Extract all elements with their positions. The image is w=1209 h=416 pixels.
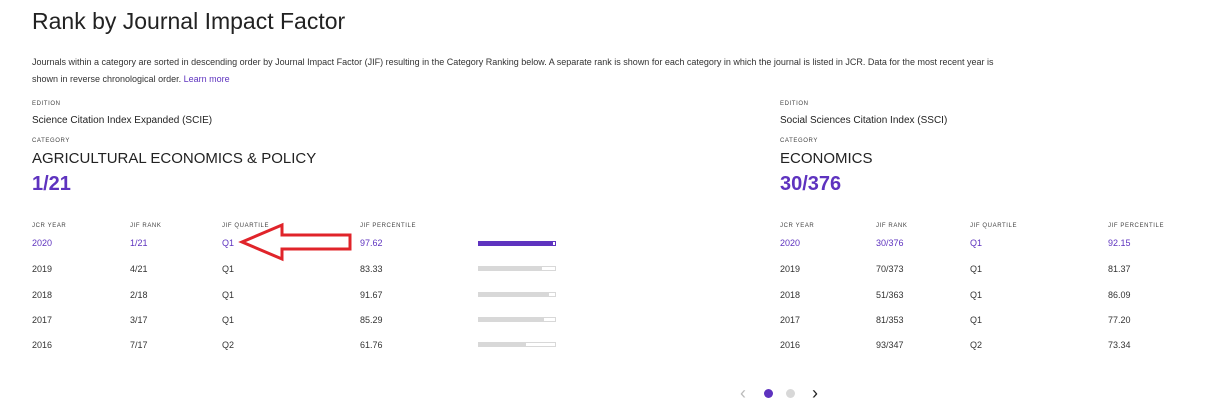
row-percentile: 86.09	[1108, 290, 1131, 300]
row-percentile: 97.62	[360, 238, 383, 248]
header-jif-percentile: JIF PERCENTILE	[360, 223, 417, 229]
row-year-link[interactable]: 2020	[780, 238, 800, 248]
description-line1: Journals within a category are sorted in…	[32, 57, 994, 67]
edition-value: Science Citation Index Expanded (SCIE)	[32, 115, 213, 126]
row-percentile: 92.15	[1108, 238, 1131, 248]
row-percentile: 77.20	[1108, 315, 1131, 325]
category-rank: 30/376	[780, 173, 842, 195]
row-rank: 2/18	[130, 290, 148, 300]
annotation-arrow-icon	[238, 222, 352, 262]
category-label: CATEGORY	[32, 138, 70, 144]
row-year: 2018	[780, 290, 801, 300]
row-percentile: 91.67	[360, 290, 383, 300]
row-rank: 70/373	[876, 264, 904, 274]
row-rank: 93/347	[876, 340, 904, 350]
percentile-bar	[478, 317, 556, 322]
category-name: ECONOMICS	[780, 150, 873, 167]
row-rank-link[interactable]: 30/376	[876, 238, 904, 248]
row-year: 2019	[780, 264, 801, 274]
row-percentile: 83.33	[360, 264, 383, 274]
edition-label: EDITION	[32, 101, 61, 107]
percentile-bar	[478, 292, 556, 297]
row-quartile: Q1	[970, 315, 983, 325]
row-rank-link[interactable]: 1/21	[130, 238, 148, 248]
description: Journals within a category are sorted in…	[32, 54, 1209, 88]
row-rank: 51/363	[876, 290, 904, 300]
page-dot-1[interactable]	[764, 389, 773, 398]
header-jif-quartile: JIF QUARTILE	[970, 223, 1018, 229]
page-dot-2[interactable]	[786, 389, 795, 398]
page-title: Rank by Journal Impact Factor	[32, 8, 346, 34]
chevron-left-icon[interactable]: ‹	[740, 383, 746, 404]
header-jcr-year: JCR YEAR	[32, 223, 67, 229]
row-quartile: Q1	[222, 290, 235, 300]
percentile-bar	[478, 266, 556, 271]
header-jcr-year: JCR YEAR	[780, 223, 815, 229]
row-year: 2017	[32, 315, 53, 325]
edition-value: Social Sciences Citation Index (SSCI)	[780, 115, 948, 126]
row-quartile-link[interactable]: Q1	[970, 238, 982, 248]
row-rank: 4/21	[130, 264, 148, 274]
percentile-bar	[478, 241, 556, 246]
row-rank: 3/17	[130, 315, 148, 325]
row-quartile: Q2	[970, 340, 983, 350]
row-percentile: 61.76	[360, 340, 383, 350]
row-quartile-link[interactable]: Q1	[222, 238, 234, 248]
category-rank: 1/21	[32, 173, 71, 195]
category-name: AGRICULTURAL ECONOMICS & POLICY	[32, 150, 317, 167]
learn-more-link[interactable]: Learn more	[184, 74, 230, 84]
row-quartile: Q1	[970, 264, 983, 274]
row-year: 2019	[32, 264, 53, 274]
header-jif-rank: JIF RANK	[130, 223, 162, 229]
row-year-link[interactable]: 2020	[32, 238, 52, 248]
chevron-right-icon[interactable]: ›	[812, 383, 818, 404]
row-quartile: Q1	[222, 315, 235, 325]
header-jif-rank: JIF RANK	[876, 223, 908, 229]
edition-label: EDITION	[780, 101, 809, 107]
percentile-bar	[478, 342, 556, 347]
header-jif-percentile: JIF PERCENTILE	[1108, 223, 1165, 229]
row-year: 2016	[780, 340, 801, 350]
row-rank: 81/353	[876, 315, 904, 325]
category-label: CATEGORY	[780, 138, 818, 144]
row-rank: 7/17	[130, 340, 148, 350]
row-quartile: Q1	[970, 290, 983, 300]
row-percentile: 73.34	[1108, 340, 1131, 350]
row-year: 2017	[780, 315, 801, 325]
row-year: 2016	[32, 340, 53, 350]
row-quartile: Q1	[222, 264, 235, 274]
row-percentile: 85.29	[360, 315, 383, 325]
row-quartile: Q2	[222, 340, 235, 350]
description-line2: shown in reverse chronological order.	[32, 74, 182, 84]
row-year: 2018	[32, 290, 53, 300]
row-percentile: 81.37	[1108, 264, 1131, 274]
